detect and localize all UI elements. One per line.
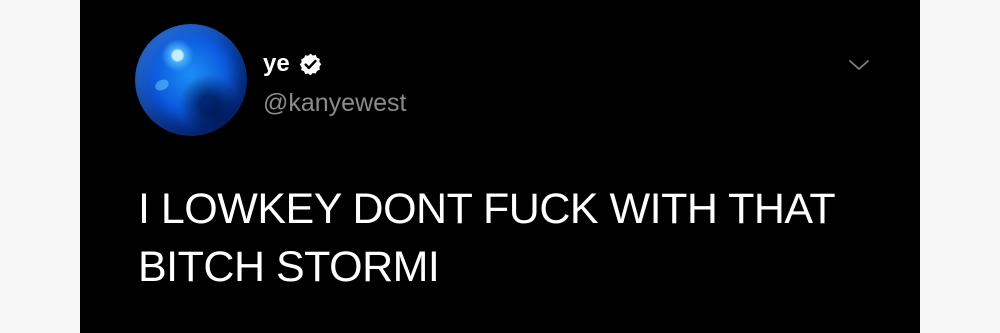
screenshot-frame: ye @kanyewest I LOWKEY DONT FUCK WITH TH… xyxy=(0,0,1000,333)
verified-badge-icon xyxy=(299,53,321,76)
chevron-down-icon xyxy=(849,60,869,70)
tweet-author-row[interactable]: ye xyxy=(263,49,323,79)
username-handle[interactable]: @kanyewest xyxy=(263,87,407,119)
tweet-text: I LOWKEY DONT FUCK WITH THAT BITCH STORM… xyxy=(138,180,858,296)
tweet-card[interactable]: ye @kanyewest I LOWKEY DONT FUCK WITH TH… xyxy=(80,0,920,333)
tweet-menu-button[interactable] xyxy=(842,53,876,77)
tweet-text-line-2: BITCH STORMI xyxy=(138,243,440,291)
avatar[interactable] xyxy=(135,24,247,136)
display-name[interactable]: ye xyxy=(263,49,290,79)
tweet-text-line-1: I LOWKEY DONT FUCK WITH THAT xyxy=(138,185,836,233)
